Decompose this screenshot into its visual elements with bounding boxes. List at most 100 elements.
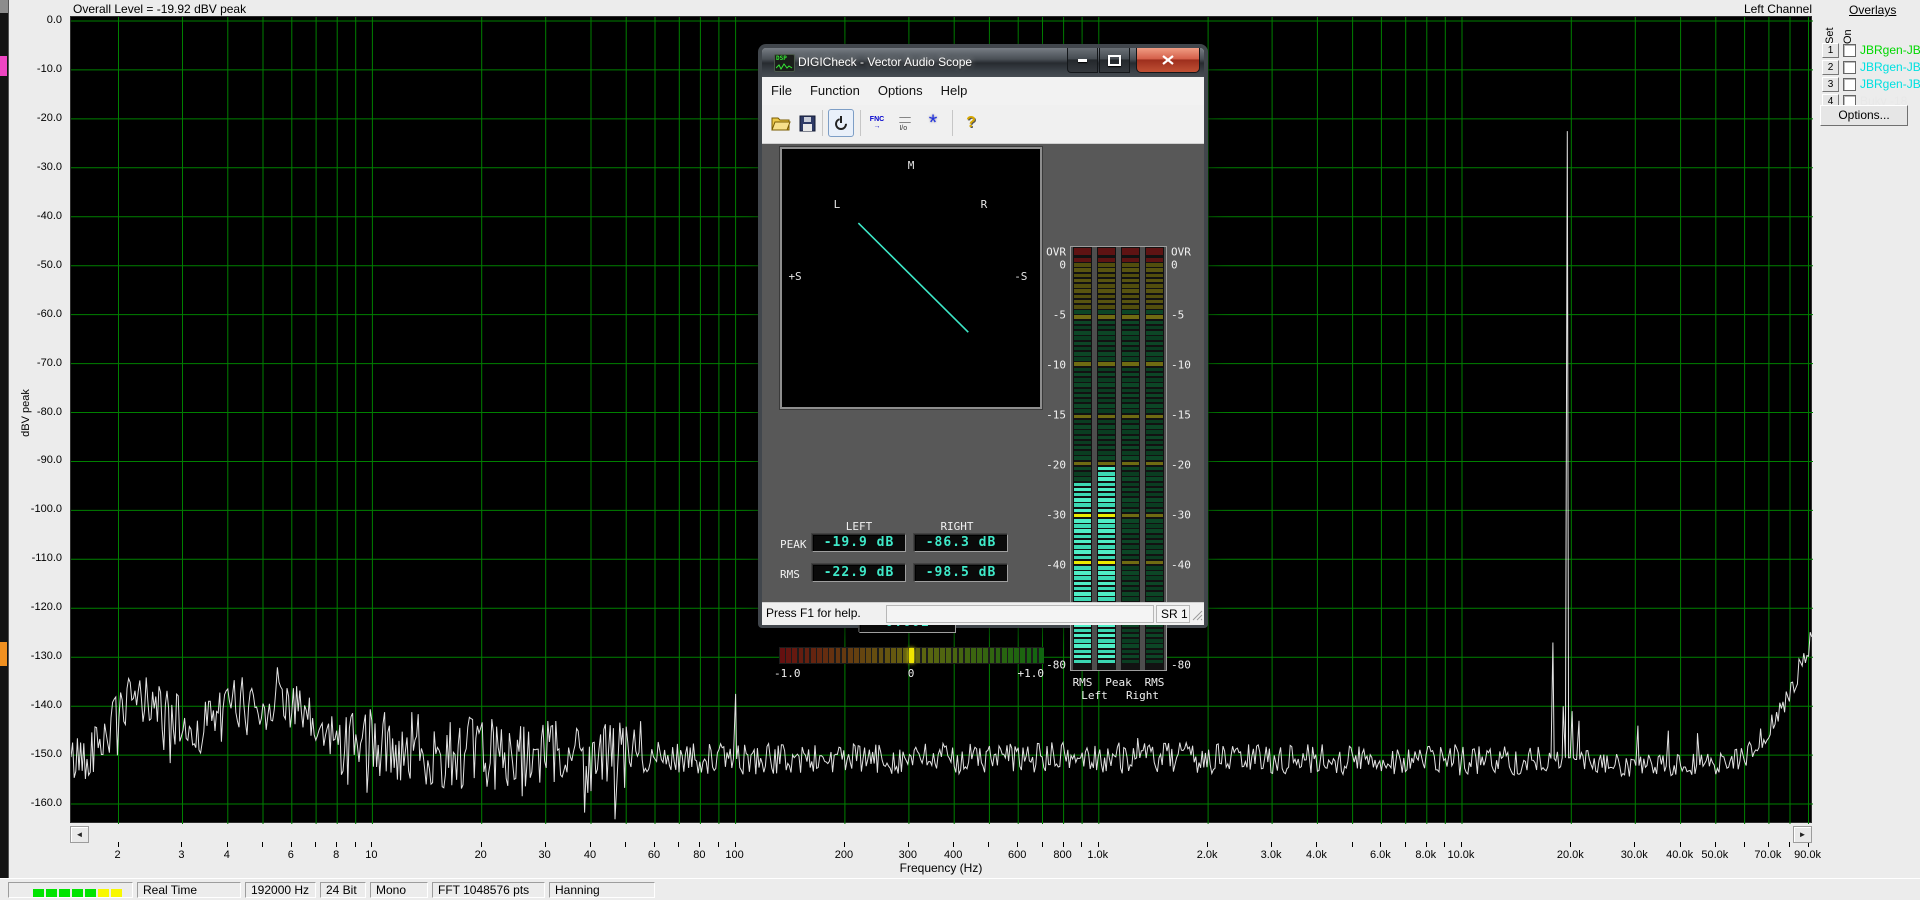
overlays-on-header: On [1842,18,1854,44]
meter-segment [1074,274,1091,278]
meter-segment [1146,258,1163,262]
overlay-on-checkbox-1[interactable] [1843,44,1856,57]
level-block [111,889,122,898]
readout-col-left: LEFT [846,520,873,533]
correlation-segment [823,648,828,663]
meter-segment [1122,336,1139,340]
meter-segment [1122,289,1139,293]
menu-function[interactable]: Function [801,77,869,105]
peak-left-display: -19.9 dB [812,534,906,552]
x-axis-tick [336,842,337,847]
meter-scale-label: -20 [1032,459,1066,472]
y-axis-label: 0.0 [28,14,62,26]
x-axis-label: 90.0k [1794,849,1821,861]
save-icon[interactable] [796,111,818,135]
help-icon[interactable]: ? [960,111,982,135]
meter-segment [1098,404,1115,408]
meter-segment [1122,331,1139,335]
screen: Overall Level = -19.92 dBV peak Left Cha… [0,0,1920,900]
correlation-segment [1002,648,1007,663]
meter-segment [1098,498,1115,502]
meter-segment [1074,660,1091,664]
overlay-set-button-2[interactable]: 2 [1822,60,1839,75]
meter-segment [1146,587,1163,591]
meter-segment [1074,576,1091,580]
meter-segment [1146,488,1163,492]
menu-help[interactable]: Help [932,77,977,105]
meter-segment [1146,514,1163,518]
x-axis-tick [1768,842,1769,847]
correlation-segment [872,648,877,663]
meter-segment [1098,639,1115,643]
minimize-button[interactable] [1067,48,1098,73]
correlation-segment [916,648,921,663]
options-button[interactable]: Options... [1820,105,1908,126]
x-axis-label: 20 [475,849,487,861]
meter-channel-label: Right [1126,689,1159,702]
meter-segment [1098,305,1115,309]
settings-icon[interactable]: * [922,111,944,135]
meter-segment [1122,430,1139,434]
io-list-icon[interactable]: ────I/o [894,111,916,135]
meter-segment [1098,488,1115,492]
meter-segment [1122,404,1139,408]
x-axis-label: 400 [944,849,962,861]
correlation-segment [836,648,841,663]
x-axis-tick [1098,842,1099,847]
function-select-icon[interactable]: FNC→ [866,111,888,135]
meter-segment [1098,263,1115,267]
meter-segment [1146,441,1163,445]
status-middle-box [886,605,1154,623]
resize-grip[interactable] [1191,609,1203,621]
overlay-set-button-3[interactable]: 3 [1822,77,1839,92]
toolbar-separator [952,110,953,136]
menu-options[interactable]: Options [869,77,932,105]
scroll-right-button[interactable]: ► [1793,826,1812,843]
overlay-on-checkbox-3[interactable] [1843,78,1856,91]
x-axis-tick [1063,842,1064,847]
correlation-segment [1020,648,1025,663]
meter-segment [1146,456,1163,460]
meter-segment [1098,571,1115,575]
scope-trace [782,149,1040,407]
meter-segment [1074,519,1091,523]
x-axis-minor-tick [625,842,626,847]
correlation-segment [922,648,927,663]
meter-segment [1098,420,1115,424]
menu-file[interactable]: File [762,77,801,105]
meter-segment [1122,582,1139,586]
overlay-on-checkbox-2[interactable] [1843,61,1856,74]
meter-segment [1074,336,1091,340]
meter-scale-label: 0 [1171,259,1178,272]
correlation-segment [909,648,914,663]
meter-segment [1074,503,1091,507]
y-axis-label: -90.0 [28,454,62,466]
meter-segment [1146,378,1163,382]
meter-segment [1122,446,1139,450]
meter-segment [1122,592,1139,596]
correlation-segment [946,648,951,663]
meter-segment [1122,634,1139,638]
meter-segment [1074,509,1091,513]
x-axis-label: 100 [725,849,743,861]
meter-segment [1074,483,1091,487]
menu-bar: FileFunctionOptionsHelp [762,77,1204,106]
meter-segment [1074,629,1091,633]
maximize-button[interactable] [1099,48,1130,73]
x-axis-label: 30 [539,849,551,861]
meter-segment [1098,389,1115,393]
meter-segment [1098,430,1115,434]
open-file-icon[interactable] [770,111,792,135]
meter-segment [1122,352,1139,356]
power-icon[interactable] [828,109,854,137]
scroll-left-button[interactable]: ◄ [70,826,89,843]
meter-segment [1146,342,1163,346]
titlebar[interactable]: DSP DIGICheck - Vector Audio Scope [762,48,1204,77]
overlay-set-button-1[interactable]: 1 [1822,43,1839,58]
meter-segment [1122,524,1139,528]
close-button[interactable] [1136,48,1200,73]
meter-segment [1146,284,1163,288]
meter-segment [1098,462,1115,466]
correlation-segment [829,648,834,663]
meter-segment [1146,268,1163,272]
